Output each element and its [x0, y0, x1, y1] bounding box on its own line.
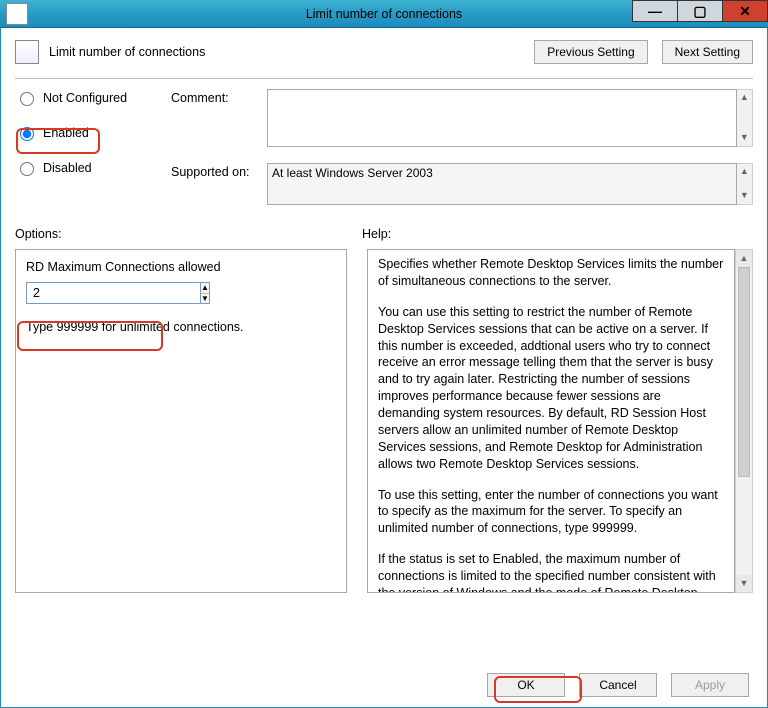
radio-disabled[interactable]: Disabled: [15, 159, 165, 176]
policy-title: Limit number of connections: [49, 45, 205, 59]
help-paragraph: You can use this setting to restrict the…: [378, 304, 724, 473]
rd-max-connections-label: RD Maximum Connections allowed: [26, 260, 336, 274]
rd-max-connections-stepper[interactable]: ▲ ▼: [26, 282, 158, 304]
options-help-labels: Options: Help:: [15, 227, 753, 241]
comment-field[interactable]: [267, 89, 737, 147]
help-label: Help:: [362, 227, 391, 241]
separator: [15, 78, 753, 79]
window-controls: — ▢ ✕: [633, 0, 768, 28]
supported-on-label: Supported on:: [171, 163, 261, 179]
comment-scrollbar[interactable]: ▲▼: [737, 89, 753, 147]
radio-not-configured-input[interactable]: [20, 92, 34, 106]
options-hint: Type 999999 for unlimited connections.: [26, 320, 336, 334]
title-bar: Limit number of connections — ▢ ✕: [0, 0, 768, 28]
help-paragraph: If the status is set to Enabled, the max…: [378, 551, 724, 593]
scroll-thumb[interactable]: [738, 267, 750, 477]
supported-on-scrollbar[interactable]: ▲▼: [737, 163, 753, 205]
settings-grid: Not Configured Enabled Disabled Comment:…: [15, 89, 753, 205]
previous-setting-button[interactable]: Previous Setting: [534, 40, 647, 64]
options-help-panes: RD Maximum Connections allowed ▲ ▼ Type …: [15, 249, 753, 593]
supported-on-field-wrap: At least Windows Server 2003 ▲▼: [267, 163, 753, 205]
scroll-track[interactable]: [736, 267, 752, 575]
apply-button[interactable]: Apply: [671, 673, 749, 697]
maximize-button[interactable]: ▢: [677, 0, 723, 22]
header-row: Limit number of connections Previous Set…: [15, 40, 753, 64]
stepper-up-icon[interactable]: ▲: [201, 283, 209, 294]
dialog-buttons: OK Cancel Apply: [487, 673, 749, 697]
help-wrap: Specifies whether Remote Desktop Service…: [367, 249, 753, 593]
close-button[interactable]: ✕: [722, 0, 768, 22]
scroll-up-icon[interactable]: ▲: [736, 250, 752, 267]
help-pane: Specifies whether Remote Desktop Service…: [367, 249, 735, 593]
radio-disabled-label: Disabled: [43, 161, 92, 175]
comment-label: Comment:: [171, 89, 261, 105]
state-radio-group: Not Configured Enabled Disabled: [15, 89, 165, 194]
radio-disabled-input[interactable]: [20, 162, 34, 176]
comment-field-wrap: ▲▼: [267, 89, 753, 147]
radio-not-configured-label: Not Configured: [43, 91, 127, 105]
stepper-buttons[interactable]: ▲ ▼: [200, 282, 210, 304]
minimize-button[interactable]: —: [632, 0, 678, 22]
help-paragraph: Specifies whether Remote Desktop Service…: [378, 256, 724, 290]
scroll-down-icon[interactable]: ▼: [736, 575, 752, 592]
next-setting-button[interactable]: Next Setting: [662, 40, 753, 64]
radio-enabled-label: Enabled: [43, 126, 89, 140]
stepper-down-icon[interactable]: ▼: [201, 294, 209, 304]
radio-enabled[interactable]: Enabled: [15, 124, 165, 141]
help-scrollbar[interactable]: ▲ ▼: [735, 249, 753, 593]
radio-not-configured[interactable]: Not Configured: [15, 89, 165, 106]
options-pane: RD Maximum Connections allowed ▲ ▼ Type …: [15, 249, 347, 593]
dialog-client-area: Limit number of connections Previous Set…: [0, 28, 768, 708]
cancel-button[interactable]: Cancel: [579, 673, 657, 697]
ok-button[interactable]: OK: [487, 673, 565, 697]
help-paragraph: To use this setting, enter the number of…: [378, 487, 724, 538]
radio-enabled-input[interactable]: [20, 127, 34, 141]
app-icon: [6, 3, 28, 25]
supported-on-field: At least Windows Server 2003: [267, 163, 737, 205]
policy-editor-icon: [15, 40, 39, 64]
rd-max-connections-input[interactable]: [26, 282, 200, 304]
options-label: Options:: [15, 227, 362, 241]
